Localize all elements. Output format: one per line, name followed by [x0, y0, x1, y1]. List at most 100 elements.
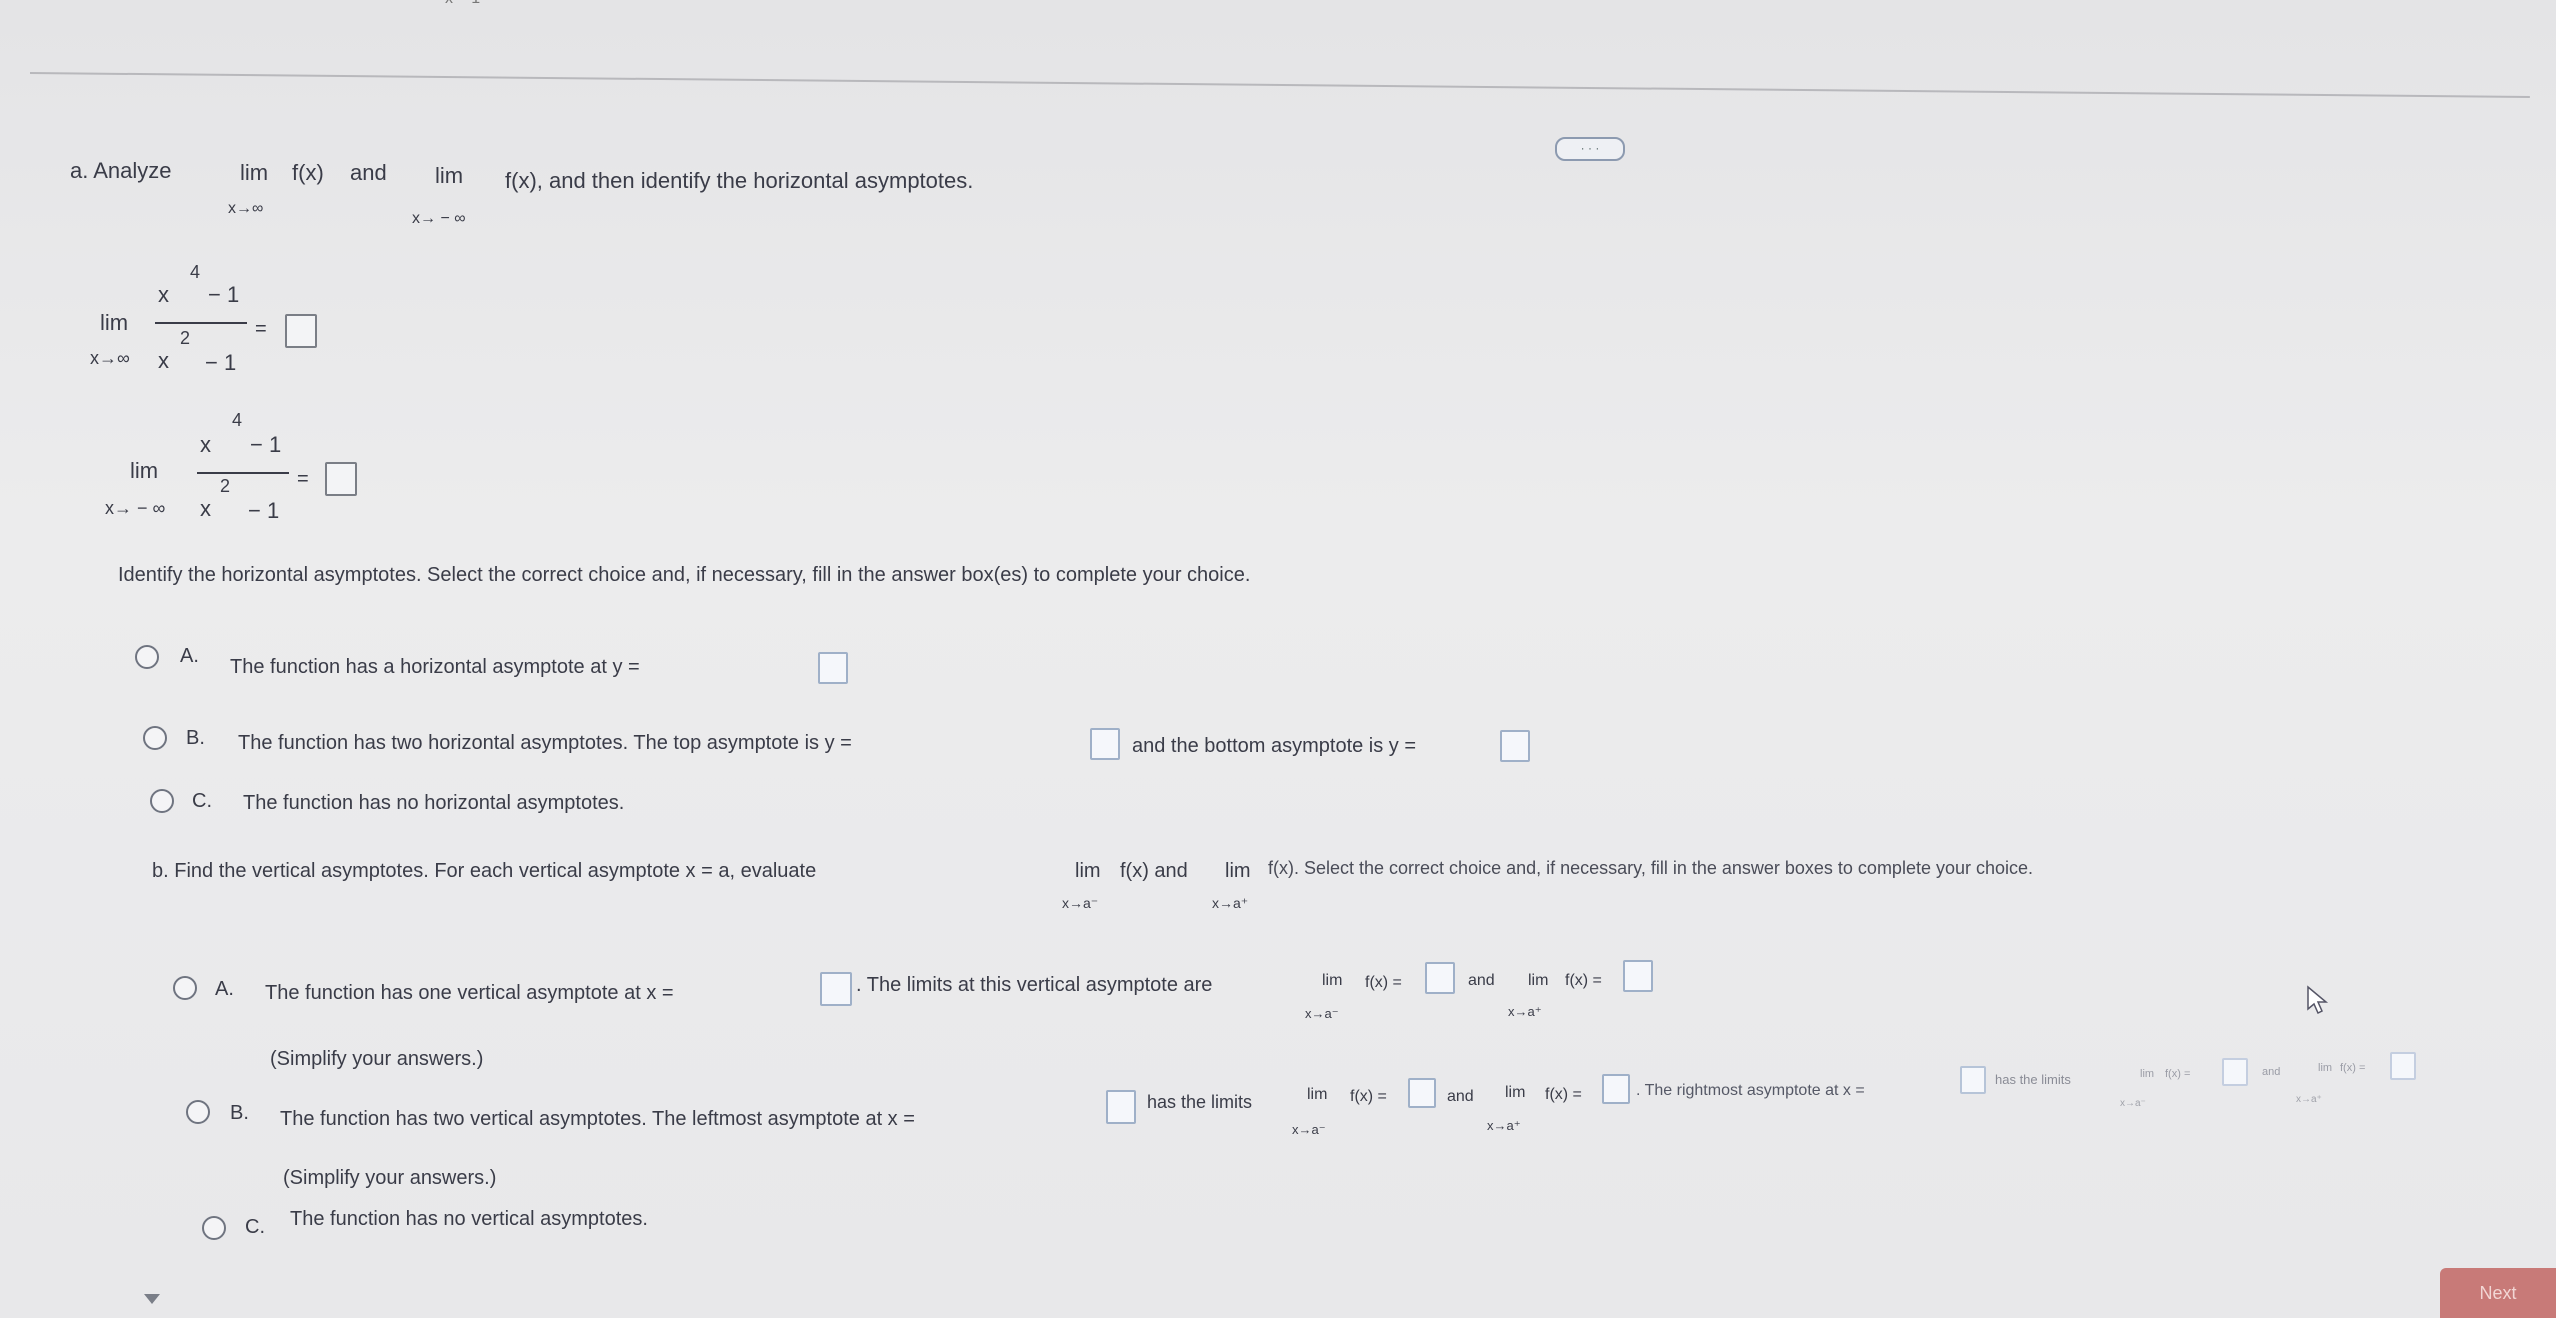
numerator-tail: − 1 — [250, 432, 282, 457]
fx-equals: f(x) = — [2165, 1068, 2191, 1080]
top-fragment: x − 1 — [445, 0, 480, 8]
lim-label: lim — [1322, 972, 1343, 989]
numerator-tail: − 1 — [208, 282, 240, 307]
fx-label: f(x) — [292, 160, 324, 185]
bottom-asymptote-box[interactable] — [1500, 730, 1530, 762]
lim-label: lim — [1505, 1084, 1526, 1101]
fx-equals: f(x) = — [2340, 1062, 2366, 1074]
limit-neginf-answer-box[interactable] — [325, 462, 357, 496]
lim-label: lim — [435, 163, 464, 188]
part-b-tail: f(x). Select the correct choice and, if … — [1268, 858, 2034, 878]
lim-label: lim — [130, 458, 159, 483]
limit-subscript: x→ − ∞ — [412, 210, 466, 227]
and-label: and — [1447, 1088, 1474, 1105]
limit-subscript: x→a⁺ — [1508, 1004, 1542, 1019]
and-label: and — [350, 160, 387, 185]
more-button[interactable]: · · · — [1555, 137, 1625, 161]
limit-subscript: x→a⁺ — [1212, 895, 1249, 911]
cursor-icon — [2305, 985, 2329, 1020]
denominator-exponent: 2 — [220, 476, 231, 496]
rightmost-x-box[interactable] — [1960, 1066, 1986, 1094]
limit-subscript: x→a⁻ — [1292, 1122, 1326, 1137]
vertical-choice-b-radio[interactable] — [186, 1100, 210, 1124]
choice-b-radio[interactable] — [143, 726, 167, 750]
fx-equals: f(x) = — [1365, 974, 1402, 991]
choice-a-letter: A. — [180, 645, 199, 667]
denominator-x: x — [158, 348, 169, 373]
lim-label: lim — [2140, 1068, 2155, 1080]
vertical-choice-a-radio[interactable] — [173, 976, 197, 1000]
lim-label: lim — [100, 310, 129, 335]
vertical-choice-a-text[interactable]: The function has one vertical asymptote … — [265, 982, 674, 1005]
numerator-exponent: 4 — [190, 262, 201, 282]
part-b-text: b. Find the vertical asymptotes. For eac… — [152, 860, 817, 882]
vertical-choice-b-text-4[interactable]: has the limits — [1995, 1072, 2071, 1087]
choice-b-text-2[interactable]: and the bottom asymptote is y = — [1132, 735, 1416, 758]
numerator-exponent: 4 — [232, 410, 243, 430]
vertical-asymptote-x-box[interactable] — [820, 972, 852, 1006]
lim-label: lim — [1225, 860, 1251, 882]
choice-a-radio[interactable] — [135, 645, 159, 669]
limit-subscript: x→a⁻ — [1305, 1006, 1339, 1021]
vertical-choice-c-radio[interactable] — [202, 1216, 226, 1240]
vertical-choice-b-text-3[interactable]: . The rightmost asymptote at x = — [1636, 1082, 1865, 1100]
scroll-down-icon[interactable] — [144, 1294, 160, 1304]
limit-subscript: x→a⁻ — [1062, 895, 1099, 911]
limit-subscript: x→a⁺ — [1487, 1118, 1521, 1133]
lim-label: lim — [1075, 860, 1101, 882]
choice-c-text[interactable]: The function has no horizontal asymptote… — [243, 792, 624, 815]
denominator-tail: − 1 — [248, 498, 280, 523]
choice-b-text[interactable]: The function has two horizontal asymptot… — [238, 732, 852, 755]
right-limit-box[interactable] — [1623, 960, 1653, 992]
and-label: and — [1468, 972, 1495, 989]
fx-equals: f(x) = — [1545, 1086, 1582, 1103]
left-limit-box[interactable] — [1425, 962, 1455, 994]
lim-label: lim — [240, 160, 269, 185]
numerator-x: x — [158, 282, 169, 307]
vertical-choice-b-letter: B. — [230, 1102, 249, 1124]
vertical-choice-a-letter: A. — [215, 978, 234, 1000]
limit-subscript: x→∞ — [90, 348, 130, 368]
denominator-exponent: 2 — [180, 328, 191, 348]
denominator-tail: − 1 — [205, 350, 237, 375]
fraction-bar — [197, 472, 289, 474]
simplify-note: (Simplify your answers.) — [270, 1048, 484, 1070]
lim-label: lim — [2318, 1062, 2333, 1074]
limit-subscript: x→ − ∞ — [105, 498, 166, 518]
lim-label: lim — [1528, 972, 1549, 989]
leftmost-x-box[interactable] — [1106, 1090, 1136, 1124]
and-label: and — [2262, 1066, 2281, 1078]
denominator-x: x — [200, 496, 211, 521]
vertical-choice-c-letter: C. — [245, 1216, 265, 1238]
choice-a-text[interactable]: The function has a horizontal asymptote … — [230, 656, 640, 679]
rightmost-left-limit-box[interactable] — [2222, 1058, 2248, 1086]
vertical-choice-a-text-2[interactable]: . The limits at this vertical asymptote … — [856, 974, 1212, 997]
choice-c-letter: C. — [192, 790, 212, 812]
leftmost-left-limit-box[interactable] — [1408, 1078, 1436, 1108]
divider — [29, 72, 2530, 98]
next-button[interactable]: Next — [2440, 1268, 2556, 1318]
leftmost-right-limit-box[interactable] — [1602, 1074, 1630, 1104]
choice-b-letter: B. — [186, 727, 205, 749]
vertical-choice-b-text[interactable]: The function has two vertical asymptotes… — [280, 1108, 915, 1131]
vertical-choice-c-text[interactable]: The function has no vertical asymptotes. — [290, 1208, 648, 1231]
vertical-choice-b-text-2[interactable]: has the limits — [1147, 1092, 1252, 1113]
top-asymptote-box[interactable] — [1090, 728, 1120, 760]
lim-label: lim — [1307, 1086, 1328, 1103]
fraction-bar — [155, 322, 247, 324]
limit-subscript: x→∞ — [228, 200, 264, 217]
part-a-tail: f(x), and then identify the horizontal a… — [505, 168, 974, 193]
identify-instructions: Identify the horizontal asymptotes. Sele… — [118, 564, 1251, 586]
rightmost-right-limit-box[interactable] — [2390, 1052, 2416, 1080]
limit-subscript: x→a⁺ — [2296, 1094, 2322, 1105]
part-a-label: a. Analyze — [70, 158, 172, 183]
limit-subscript: x→a⁻ — [2120, 1098, 2146, 1109]
choice-c-radio[interactable] — [150, 789, 174, 813]
part-b-fx-and: f(x) and — [1120, 860, 1188, 882]
equals-sign: = — [255, 318, 267, 340]
fx-equals: f(x) = — [1350, 1088, 1387, 1105]
horizontal-asymptote-box[interactable] — [818, 652, 848, 684]
equals-sign: = — [297, 468, 309, 490]
simplify-note: (Simplify your answers.) — [283, 1167, 497, 1189]
limit-inf-answer-box[interactable] — [285, 314, 317, 348]
